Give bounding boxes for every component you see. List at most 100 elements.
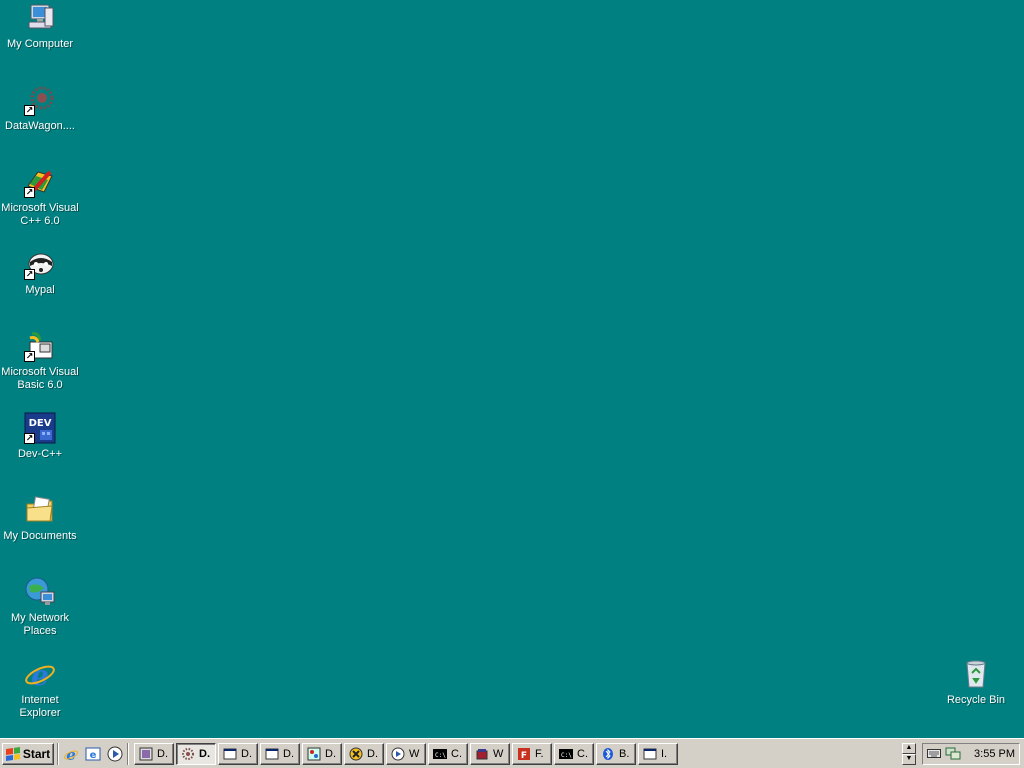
shortcut-arrow-icon: ↗	[24, 105, 35, 116]
vc-project-icon	[138, 746, 154, 762]
desktop-icon-label: Mypal	[25, 284, 55, 296]
task-button[interactable]: D.	[302, 742, 342, 765]
svg-text:e: e	[31, 659, 49, 690]
visual-cpp-icon: ↗	[24, 166, 56, 198]
task-button[interactable]: F F.	[512, 742, 552, 765]
task-label: C.	[577, 747, 588, 760]
shortcut-arrow-icon: ↗	[24, 351, 35, 362]
svg-text:C:\: C:\	[435, 752, 446, 759]
quick-launch-media-player-icon[interactable]	[106, 745, 124, 763]
task-button[interactable]: I.	[638, 742, 678, 765]
network-tray-icon[interactable]	[945, 746, 961, 763]
task-button[interactable]: B.	[596, 742, 636, 765]
task-label: D.	[367, 747, 378, 760]
desktop-icon-label: My Network Places	[10, 612, 70, 637]
task-button[interactable]: D.	[344, 742, 384, 765]
console-icon: C:\	[558, 746, 574, 762]
taskbar-separator	[57, 742, 59, 765]
start-label: Start	[22, 746, 51, 761]
keyboard-icon[interactable]	[927, 747, 941, 762]
desktop-icon-my-network-places[interactable]: My Network Places	[0, 576, 80, 638]
task-label: W	[493, 747, 504, 760]
task-label: B.	[619, 747, 630, 760]
task-label: F.	[535, 747, 544, 760]
task-label: D.	[199, 747, 210, 760]
window-icon	[222, 746, 238, 762]
desktop-icon-label: DataWagon....	[5, 120, 75, 132]
mypal-icon: ↗	[24, 248, 56, 280]
scroll-up-button[interactable]: ▲	[902, 743, 916, 754]
recycle-bin-icon	[960, 658, 992, 690]
desktop-icon-my-computer[interactable]: My Computer	[0, 2, 80, 51]
desktop-icon-visual-basic[interactable]: ↗ Microsoft Visual Basic 6.0	[0, 330, 80, 392]
datawagon-icon: ↗	[24, 84, 56, 116]
svg-text:e: e	[66, 746, 76, 762]
task-button[interactable]: D.	[134, 742, 174, 765]
shortcut-arrow-icon: ↗	[24, 187, 35, 198]
winrar-icon	[474, 746, 490, 762]
desktop-icon-datawagon[interactable]: ↗ DataWagon....	[0, 84, 80, 133]
shortcut-arrow-icon: ↗	[24, 433, 35, 444]
svg-text:C:\: C:\	[561, 752, 572, 759]
window-icon	[264, 746, 280, 762]
task-button[interactable]: C:\ C.	[428, 742, 468, 765]
task-label: I.	[661, 747, 668, 760]
desktop-icon-label: My Computer	[6, 38, 74, 50]
task-button[interactable]: C:\ C.	[554, 742, 594, 765]
task-label: C.	[451, 747, 462, 760]
console-icon: C:\	[432, 746, 448, 762]
task-button[interactable]: D.	[218, 742, 258, 765]
taskbar: Start e e D. D. D. D. D. D. W C:\ C. W F…	[0, 738, 1024, 768]
visual-basic-icon: ↗	[24, 330, 56, 362]
bluetooth-icon	[600, 746, 616, 762]
task-button[interactable]: W	[470, 742, 510, 765]
svg-text:F: F	[521, 751, 527, 761]
media-icon	[390, 746, 406, 762]
desktop-icon-dev-cpp[interactable]: DEV ↗ Dev-C++	[0, 412, 80, 461]
desktop-icon-label: Microsoft Visual C++ 6.0	[1, 202, 79, 227]
system-tray: 3:55 PM	[922, 743, 1020, 765]
taskbar-separator	[127, 742, 129, 765]
task-button[interactable]: W	[386, 742, 426, 765]
windows-logo-icon	[5, 746, 20, 761]
svg-text:e: e	[90, 750, 97, 761]
desktop-icon-my-documents[interactable]: My Documents	[0, 494, 80, 543]
scroll-down-button[interactable]: ▼	[902, 754, 916, 765]
task-label: D.	[157, 747, 168, 760]
desktop-icon-visual-cpp[interactable]: ↗ Microsoft Visual C++ 6.0	[0, 166, 80, 228]
quick-launch-internet-explorer-icon[interactable]: e	[62, 745, 80, 763]
desktop-icon-label: Dev-C++	[17, 448, 63, 460]
paint-icon	[306, 746, 322, 762]
internet-explorer-icon: e	[24, 658, 56, 690]
my-computer-icon	[24, 2, 56, 34]
x-app-icon	[348, 746, 364, 762]
desktop-icon-label: Recycle Bin	[946, 694, 1006, 706]
taskbar-scroll-spinner[interactable]: ▲ ▼	[902, 743, 916, 765]
window-icon	[642, 746, 658, 762]
quick-launch: e e	[62, 745, 124, 763]
svg-text:DEV: DEV	[29, 418, 52, 429]
network-places-icon	[24, 576, 56, 608]
quick-launch-outlook-express-icon[interactable]: e	[84, 745, 102, 763]
task-button-active[interactable]: D.	[176, 742, 216, 765]
desktop-icon-label: Microsoft Visual Basic 6.0	[1, 366, 79, 391]
desktop-icon-internet-explorer[interactable]: e Internet Explorer	[0, 658, 80, 720]
folder-documents-icon	[24, 494, 56, 526]
shortcut-arrow-icon: ↗	[24, 269, 35, 280]
clock[interactable]: 3:55 PM	[974, 748, 1015, 760]
task-button[interactable]: D.	[260, 742, 300, 765]
desktop-icon-mypal[interactable]: ↗ Mypal	[0, 248, 80, 297]
desktop-icon-recycle-bin[interactable]: Recycle Bin	[936, 658, 1016, 707]
filezilla-icon: F	[516, 746, 532, 762]
task-label: D.	[325, 747, 336, 760]
datawagon-icon	[180, 746, 196, 762]
task-label: W	[409, 747, 420, 760]
task-label: D.	[283, 747, 294, 760]
task-buttons: D. D. D. D. D. D. W C:\ C. W F F. C:\ C.…	[134, 742, 678, 765]
desktop-icon-label: Internet Explorer	[19, 694, 61, 719]
desktop: My Computer ↗ DataWagon.... ↗ Microsoft …	[0, 0, 1024, 738]
start-button[interactable]: Start	[2, 742, 54, 765]
task-label: D.	[241, 747, 252, 760]
desktop-icon-label: My Documents	[3, 530, 77, 542]
dev-cpp-icon: DEV ↗	[24, 412, 56, 444]
